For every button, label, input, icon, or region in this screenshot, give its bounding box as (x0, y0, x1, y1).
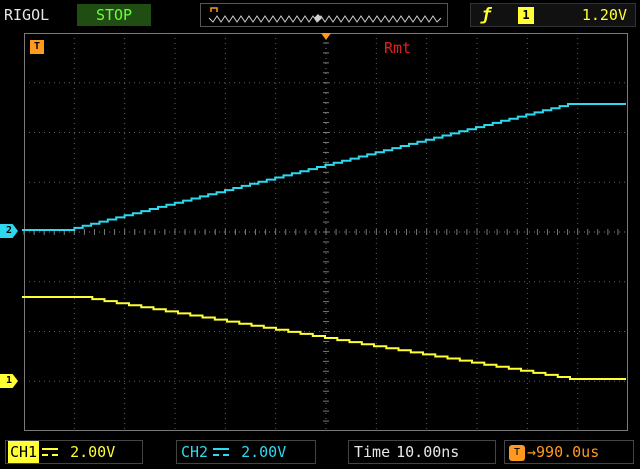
ch1-trace (22, 296, 626, 380)
waveform-display-grid[interactable] (22, 33, 640, 431)
ch2-scale-box[interactable]: CH2 2.00V (176, 440, 316, 464)
brand-logo: RIGOL (4, 6, 50, 24)
trigger-level: 1.20V (581, 6, 627, 24)
timebase-value: 10.00ns (396, 443, 460, 461)
memory-depth-bar[interactable] (200, 3, 448, 27)
rising-edge-icon: ƒ (481, 5, 492, 25)
memory-waveform-preview (208, 7, 442, 23)
horizontal-offset-box[interactable]: T →990.0us (504, 440, 634, 464)
dc-coupling-icon (213, 447, 230, 456)
timebase-box[interactable]: Time 10.00ns (348, 440, 496, 464)
trigger-offset-icon: T (509, 444, 525, 461)
ch1-scale-box[interactable]: CH1 2.00V (5, 440, 143, 464)
trigger-time-marker (321, 33, 331, 40)
ch1-ground-marker[interactable]: 1 (0, 374, 18, 388)
dc-coupling-icon (42, 447, 59, 456)
horizontal-offset-value: →990.0us (527, 443, 600, 461)
ch1-scale-value: 2.00V (70, 443, 116, 461)
ch2-label: CH2 (181, 443, 209, 461)
timebase-label: Time (354, 443, 391, 461)
trigger-position-marker[interactable]: T (30, 40, 44, 54)
trigger-status-box[interactable]: ƒ 1 1.20V (470, 3, 636, 27)
ch2-scale-value: 2.00V (241, 443, 287, 461)
ch1-label: CH1 (8, 441, 40, 463)
run-stop-status[interactable]: STOP (77, 4, 151, 26)
ch2-ground-marker[interactable]: 2 (0, 224, 18, 238)
remote-indicator: Rmt (384, 39, 412, 57)
trigger-source-badge: 1 (518, 7, 534, 24)
